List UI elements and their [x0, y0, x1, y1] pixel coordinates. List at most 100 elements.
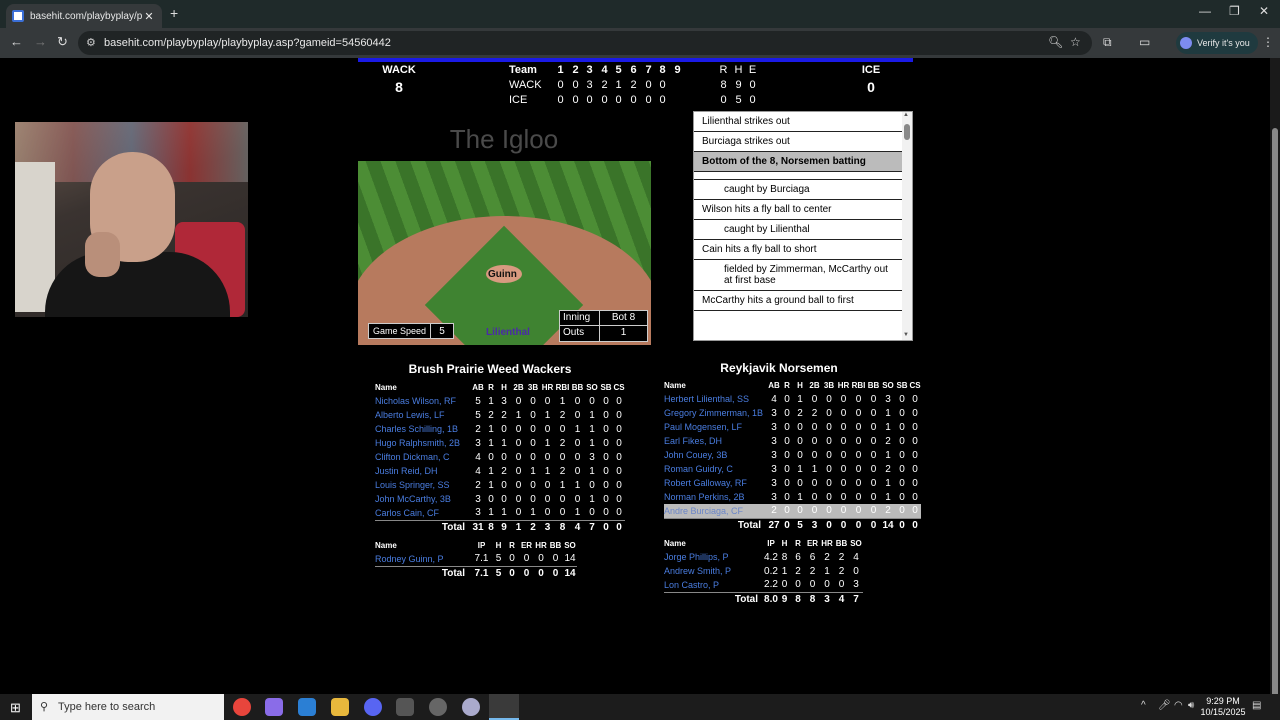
stat-cell: 1 — [589, 465, 595, 477]
maximize-button[interactable]: ❐ — [1229, 4, 1240, 18]
stat-cell: 1 — [574, 507, 581, 519]
stat-cell: 3 — [771, 463, 777, 475]
player-name-link[interactable]: Andre Burciaga, CF — [664, 504, 767, 518]
player-name-link[interactable]: Norman Perkins, 2B — [664, 490, 767, 504]
player-name-link[interactable]: Louis Springer, SS — [375, 478, 471, 492]
stat-cell: 0 — [616, 479, 622, 491]
bookmark-star-icon[interactable]: ☆ — [1070, 35, 1081, 49]
total-cell: 5 — [492, 565, 505, 580]
totals-row: Total 8.0 9 8 8 3 4 7 — [664, 591, 863, 606]
system-clock[interactable]: 9:29 PM 10/15/2025 — [1200, 696, 1246, 718]
pitcher-label: Guinn — [488, 269, 517, 280]
player-name-link[interactable]: Clifton Dickman, C — [375, 450, 471, 464]
game-icon[interactable] — [462, 698, 480, 716]
back-arrow-icon[interactable]: ← — [10, 34, 23, 49]
webcam-overlay — [15, 122, 248, 317]
cast-icon[interactable]: ▭ — [1139, 35, 1150, 49]
extensions-icon[interactable]: ⧉ — [1103, 35, 1112, 50]
stat-cell: 0 — [784, 393, 790, 405]
game-speed-value[interactable]: 5 — [431, 324, 453, 338]
taskbar-search[interactable]: ⚲ Type here to search — [32, 694, 224, 720]
minimize-button[interactable]: — — [1199, 4, 1211, 18]
tab-close-icon[interactable]: ✕ — [142, 10, 156, 23]
app-icon[interactable] — [396, 698, 414, 716]
reload-icon[interactable]: ↻ — [57, 34, 68, 50]
tray-chevron-icon[interactable]: ^ — [1141, 700, 1146, 711]
stat-cell: 1 — [488, 507, 494, 519]
player-name-link[interactable]: John Couey, 3B — [664, 448, 767, 462]
clock-time: 9:29 PM — [1206, 696, 1240, 706]
player-name-link[interactable]: Rodney Guinn, P — [375, 552, 471, 566]
stat-cell: 3 — [853, 579, 859, 591]
home-batting-table: Name AB R H 2B 3B HR RBI BB SO SB CS Herbert Lilient… — [664, 378, 921, 532]
player-name-link[interactable]: Andrew Smith, P — [664, 564, 764, 578]
play-by-play-log[interactable]: Lilienthal strikes out Burciaga strikes o… — [693, 111, 913, 341]
stat-cell: 0 — [784, 477, 790, 489]
stat-cell: 0 — [840, 407, 847, 419]
player-name-link[interactable]: Earl Fikes, DH — [664, 434, 767, 448]
player-name-link[interactable]: Gregory Zimmerman, 1B — [664, 406, 767, 420]
player-name-link[interactable]: Hugo Ralphsmith, 2B — [375, 436, 471, 450]
new-tab-button[interactable]: + — [170, 5, 178, 21]
stat-cell: 0 — [515, 437, 522, 449]
stat-cell: 3 — [771, 491, 777, 503]
player-name-link[interactable]: Jorge Phillips, P — [664, 550, 764, 564]
site-info-icon[interactable]: ⚙ — [86, 36, 96, 49]
close-window-button[interactable]: ✕ — [1259, 4, 1269, 18]
away-team-score: 8 — [395, 79, 403, 95]
stat-cell: 0 — [515, 423, 522, 435]
store-icon[interactable] — [298, 698, 316, 716]
log-scrollbar[interactable]: ▲ ▼ — [902, 112, 912, 340]
player-name-link[interactable]: Herbert Lilienthal, SS — [664, 392, 767, 406]
player-name-link[interactable]: Lon Castro, P — [664, 578, 764, 592]
total-cell: 0 — [534, 565, 548, 580]
stat-cell: 0 — [530, 409, 536, 421]
browser-tab[interactable]: basehit.com/playbyplay/playby ✕ — [6, 4, 162, 28]
verify-profile-button[interactable]: Verify it's you — [1176, 32, 1258, 54]
player-name-link[interactable]: Roman Guidry, C — [664, 462, 767, 476]
player-name-link[interactable]: Justin Reid, DH — [375, 464, 471, 478]
inning-outs-box: Inning Bot 8 Outs 1 — [559, 310, 648, 342]
stat-cell: 0 — [501, 479, 507, 491]
forward-arrow-icon[interactable]: → — [34, 34, 47, 49]
chrome-icon[interactable] — [233, 698, 251, 716]
game-speed-control[interactable]: Game Speed 5 — [368, 323, 455, 339]
zoom-icon[interactable]: 🔍︎ — [1048, 35, 1063, 49]
player-name-link[interactable]: Carlos Cain, CF — [375, 506, 471, 520]
microphone-icon[interactable]: 🎤︎ — [1158, 700, 1171, 711]
url-text: basehit.com/playbyplay/playbyplay.asp?ga… — [104, 37, 391, 49]
player-name-link[interactable]: Nicholas Wilson, RF — [375, 394, 471, 408]
stat-cell: 1 — [574, 479, 581, 491]
stat-cell: 0 — [899, 477, 905, 489]
player-name-link[interactable]: Alberto Lewis, LF — [375, 408, 471, 422]
copilot-icon[interactable] — [265, 698, 283, 716]
player-name-link[interactable]: Robert Galloway, RF — [664, 476, 767, 490]
stat-cell: 0 — [912, 393, 918, 405]
page-scrollbar[interactable] — [1270, 58, 1280, 708]
chrome-active-icon[interactable] — [489, 694, 519, 720]
windows-start-icon[interactable]: ⊞ — [10, 700, 21, 716]
stat-cell: 5 — [475, 409, 481, 421]
stat-cell: 0 — [523, 553, 530, 565]
stat-cell: 0 — [811, 477, 818, 489]
total-cell: 0 — [822, 517, 836, 532]
total-cell: 8 — [555, 519, 570, 534]
stat-cell: 1 — [515, 409, 522, 421]
network-icon[interactable]: ◠ — [1174, 700, 1183, 711]
stat-cell: 2 — [838, 565, 845, 577]
stat-cell: 0 — [574, 409, 581, 421]
player-name-link[interactable]: Paul Mogensen, LF — [664, 420, 767, 434]
player-name-link[interactable]: John McCarthy, 3B — [375, 492, 471, 506]
obs-icon[interactable] — [429, 698, 447, 716]
total-cell: 5 — [793, 517, 807, 532]
discord-icon[interactable] — [364, 698, 382, 716]
player-name-link[interactable]: Charles Schilling, 1B — [375, 422, 471, 436]
menu-kebab-icon[interactable]: ⋮ — [1262, 35, 1274, 49]
stat-cell: 0 — [797, 477, 803, 489]
address-bar[interactable]: ⚙ basehit.com/playbyplay/playbyplay.asp?… — [78, 31, 1092, 55]
volume-icon[interactable]: 🔊︎ — [1188, 700, 1194, 711]
stat-cell: 0 — [574, 465, 581, 477]
file-explorer-icon[interactable] — [331, 698, 349, 716]
total-cell: 0 — [548, 565, 563, 580]
notifications-icon[interactable]: ▤ — [1252, 700, 1261, 711]
